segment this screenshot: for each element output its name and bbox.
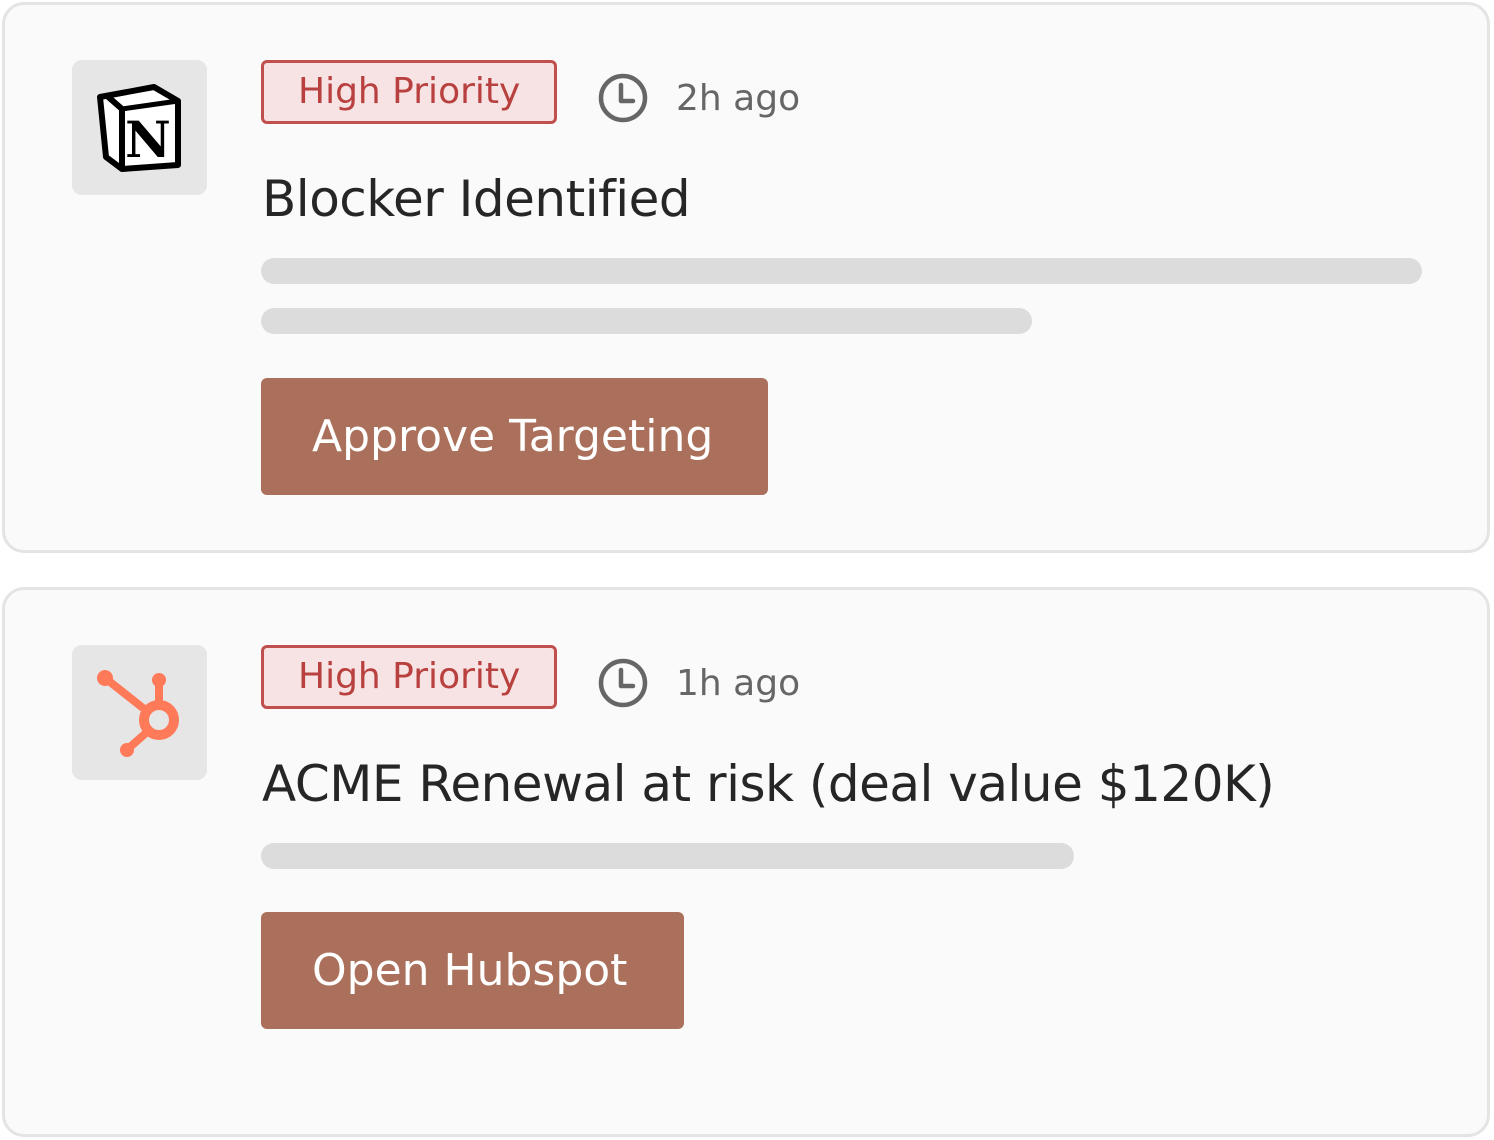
hubspot-logo-icon [72,645,207,780]
hubspot-logo-svg [96,669,179,757]
timestamp: 1h ago [676,663,801,704]
priority-badge: High Priority [261,645,558,709]
clock-icon [598,73,648,123]
notification-card: N High Priority 2h ago Blocker Identifie… [2,2,1490,553]
placeholder-line [261,843,1074,869]
notion-logo-letter: N [125,110,171,169]
approve-targeting-button[interactable]: Approve Targeting [261,378,768,495]
notification-card: High Priority 1h ago ACME Renewal at ris… [2,587,1490,1137]
clock-icon [598,658,648,708]
notion-logo-svg: N [96,83,181,172]
priority-badge: High Priority [261,60,558,124]
notification-title: Blocker Identified [262,170,691,228]
placeholder-line [261,258,1422,284]
timestamp: 2h ago [676,78,801,119]
notion-logo-icon: N [72,60,207,195]
placeholder-line [261,308,1032,334]
open-hubspot-button[interactable]: Open Hubspot [261,912,684,1029]
notification-title: ACME Renewal at risk (deal value $120K) [262,755,1275,813]
